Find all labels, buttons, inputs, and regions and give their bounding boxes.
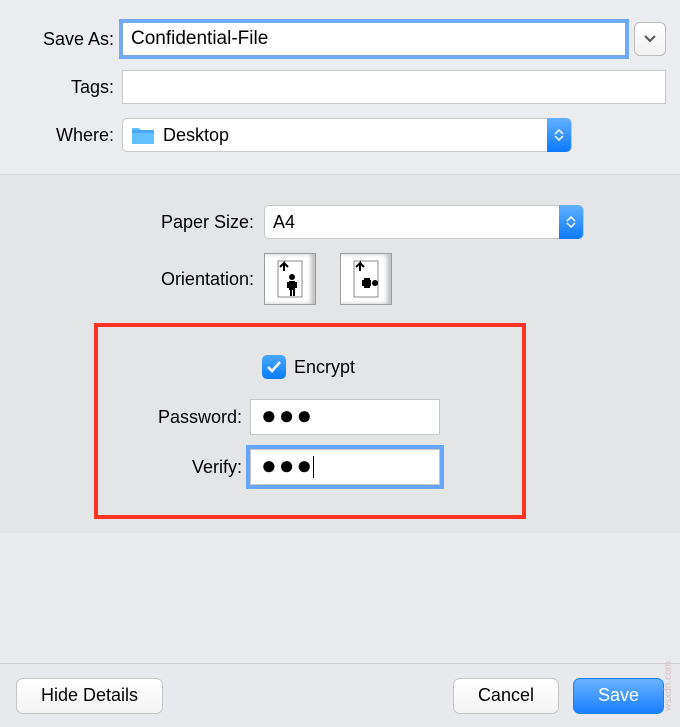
- encrypt-label: Encrypt: [294, 357, 355, 378]
- save-button[interactable]: Save: [573, 678, 664, 714]
- button-bar: Hide Details Cancel Save: [0, 663, 680, 727]
- where-label: Where:: [14, 125, 122, 146]
- paper-size-label: Paper Size:: [14, 212, 264, 233]
- save-as-label: Save As:: [14, 29, 122, 50]
- paper-size-select[interactable]: A4: [264, 205, 584, 239]
- where-value: Desktop: [163, 125, 229, 146]
- orientation-landscape-button[interactable]: [340, 253, 392, 305]
- verify-input[interactable]: ●●●: [250, 449, 440, 485]
- folder-icon: [131, 125, 155, 145]
- expand-toggle-button[interactable]: [634, 22, 666, 56]
- checkmark-icon: [266, 360, 282, 374]
- tags-label: Tags:: [14, 77, 122, 98]
- orientation-label: Orientation:: [14, 269, 264, 290]
- cancel-button[interactable]: Cancel: [453, 678, 559, 714]
- paper-size-value: A4: [273, 212, 295, 233]
- save-as-input[interactable]: [122, 22, 626, 56]
- chevron-down-icon: [644, 35, 656, 43]
- where-select[interactable]: Desktop: [122, 118, 572, 152]
- orientation-portrait-button[interactable]: [264, 253, 316, 305]
- encrypt-highlight: Encrypt Password: ●●● Verify: ●●●: [94, 323, 526, 519]
- verify-label: Verify:: [122, 457, 250, 478]
- encrypt-checkbox[interactable]: [262, 355, 286, 379]
- stepper-icon: [559, 205, 583, 239]
- hide-details-button[interactable]: Hide Details: [16, 678, 163, 714]
- stepper-icon: [547, 118, 571, 152]
- tags-input[interactable]: [122, 70, 666, 104]
- password-label: Password:: [122, 407, 250, 428]
- text-caret: [313, 456, 314, 478]
- portrait-icon: [274, 259, 306, 299]
- landscape-icon: [350, 259, 382, 299]
- password-input[interactable]: ●●●: [250, 399, 440, 435]
